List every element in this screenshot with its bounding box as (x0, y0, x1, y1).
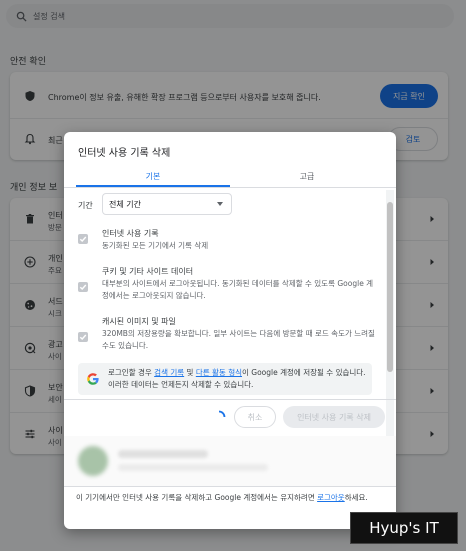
account-divider (64, 486, 396, 487)
tab-basic[interactable]: 기본 (76, 166, 230, 186)
check-icon (79, 236, 87, 243)
check-icon (79, 284, 87, 291)
sign-out-note: 이 기기에서만 인터넷 사용 기록을 삭제하고 Google 계정에서는 유지하… (76, 492, 388, 504)
option-title: 인터넷 사용 기록 (102, 229, 159, 238)
tab-advanced[interactable]: 고급 (230, 166, 384, 186)
watermark: Hyup's IT (350, 512, 458, 544)
scrollbar-thumb[interactable] (387, 202, 393, 372)
option-cookies[interactable]: 쿠키 및 기타 사이트 데이터 대부분의 사이트에서 로그아웃됩니다. 동기화된… (78, 266, 378, 308)
clear-data-button[interactable]: 인터넷 사용 기록 삭제 (283, 406, 385, 428)
tab-divider (64, 187, 396, 188)
cache-checkbox[interactable] (78, 332, 88, 342)
time-range-select[interactable]: 전체 기간 (102, 193, 232, 215)
cancel-button[interactable]: 취소 (234, 406, 276, 428)
note-text: 이 기기에서만 인터넷 사용 기록을 삭제하고 Google 계정에서는 유지하… (76, 493, 318, 502)
sign-out-link[interactable]: 로그아웃 (317, 493, 345, 502)
loading-spinner-icon (218, 410, 226, 418)
dialog-scrollbar[interactable] (386, 190, 394, 450)
option-title: 캐시된 이미지 및 파일 (102, 317, 176, 326)
google-notice-text: 로그인할 경우 검색 기록 및 다른 활동 형식이 Google 계정에 저장될… (108, 367, 370, 391)
blurred-account-name (118, 450, 208, 458)
time-range-value: 전체 기간 (109, 199, 141, 209)
option-description: 320MB의 저장용량을 확보합니다. 일부 사이트는 다음에 방문할 때 로드… (102, 329, 375, 350)
account-section (64, 436, 396, 486)
browsing-history-checkbox[interactable] (78, 234, 88, 244)
dropdown-caret-icon (217, 202, 223, 206)
check-icon (79, 334, 87, 341)
footer-divider (64, 399, 396, 400)
option-title: 쿠키 및 기타 사이트 데이터 (102, 267, 194, 276)
cookies-checkbox[interactable] (78, 282, 88, 292)
blurred-account-email (118, 464, 268, 471)
google-account-notice: 로그인할 경우 검색 기록 및 다른 활동 형식이 Google 계정에 저장될… (78, 363, 372, 395)
avatar (78, 446, 108, 476)
google-logo-icon (87, 373, 99, 385)
clear-browsing-data-dialog: 인터넷 사용 기록 삭제 기본 고급 기간 전체 기간 인터넷 사용 기록 동기… (64, 132, 396, 529)
notice-text-part: 로그인할 경우 (108, 368, 155, 377)
dialog-title: 인터넷 사용 기록 삭제 (78, 148, 171, 159)
time-range-label: 기간 (78, 201, 93, 210)
other-activity-link[interactable]: 다른 활동 형식 (196, 368, 242, 377)
note-tail: 하세요. (344, 493, 368, 502)
option-description: 대부분의 사이트에서 로그아웃됩니다. 동기화된 데이터를 삭제할 수 있도록 … (102, 279, 374, 300)
notice-text-part: 및 (184, 368, 196, 377)
option-cached-images[interactable]: 캐시된 이미지 및 파일 320MB의 저장용량을 확보합니다. 일부 사이트는… (78, 316, 378, 358)
option-description: 동기화된 모든 기기에서 기록 삭제 (102, 241, 209, 250)
search-history-link[interactable]: 검색 기록 (154, 368, 184, 377)
option-browsing-history[interactable]: 인터넷 사용 기록 동기화된 모든 기기에서 기록 삭제 (78, 228, 378, 256)
